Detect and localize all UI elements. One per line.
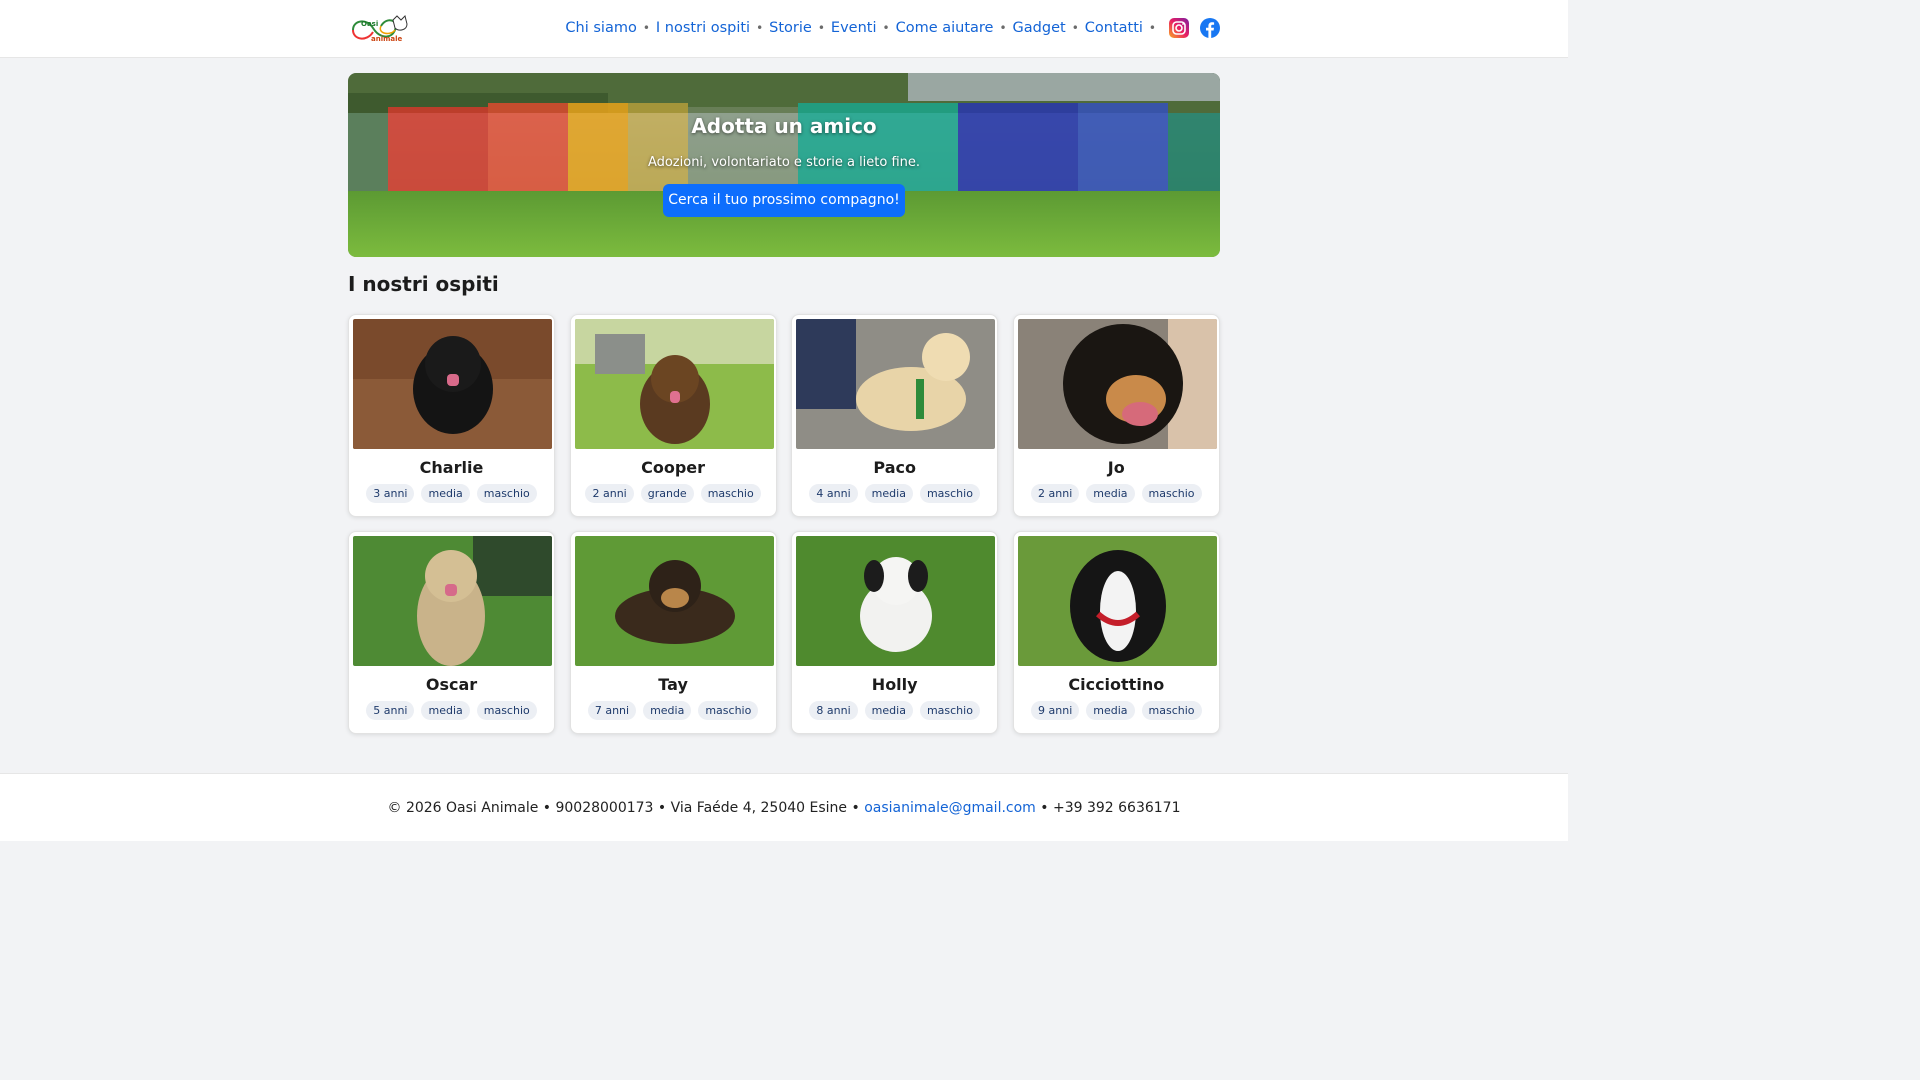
sex-badge: maschio (700, 484, 761, 503)
age-badge: 4 anni (809, 484, 858, 503)
footer-email-link[interactable]: oasianimale@gmail.com (864, 800, 1036, 816)
sex-badge: maschio (476, 701, 537, 720)
nav-storie[interactable]: Storie (769, 20, 812, 36)
footer-info: © 2026 Oasi Animale • 90028000173 • Via … (387, 800, 860, 816)
animal-name: Cicciottino (1068, 675, 1165, 694)
sex-badge: maschio (919, 484, 980, 503)
svg-text:animale: animale (371, 35, 403, 43)
animal-name: Cooper (641, 458, 706, 477)
sex-badge: maschio (919, 701, 980, 720)
sex-badge: maschio (476, 484, 537, 503)
social-links (1168, 17, 1221, 39)
oasi-animale-logo[interactable]: Oasi animale (347, 12, 411, 46)
animal-card[interactable]: Cicciottino 9 anni media maschio (1012, 531, 1220, 734)
hero-title: Adotta un amico (691, 114, 877, 138)
animal-card[interactable]: Paco 4 anni media maschio (791, 314, 999, 517)
animal-photo (796, 319, 996, 449)
hero-subtitle: Adozioni, volontariato e storie a lieto … (647, 155, 921, 170)
animal-name: Charlie (419, 458, 484, 477)
size-badge: media (864, 484, 913, 503)
nav-separator: • (1071, 21, 1079, 35)
animal-card[interactable]: Tay 7 anni media maschio (569, 531, 777, 734)
animal-photo (796, 536, 996, 666)
size-badge: media (643, 701, 692, 720)
size-badge: media (864, 701, 913, 720)
animal-tags: 2 anni media maschio (1018, 484, 1215, 503)
animal-tags: 2 anni grande maschio (575, 484, 772, 503)
animal-card[interactable]: Oscar 5 anni media maschio (348, 531, 555, 734)
hero-banner: Adotta un amico Adozioni, volontariato e… (348, 73, 1220, 257)
hero-content: Adotta un amico Adozioni, volontariato e… (348, 73, 1220, 257)
animal-card[interactable]: Jo 2 anni media maschio (1012, 314, 1220, 517)
section-title: I nostri ospiti (348, 272, 499, 296)
animal-card[interactable]: Holly 8 anni media maschio (791, 531, 999, 734)
find-companion-button[interactable]: Cerca il tuo prossimo compagno! (663, 184, 905, 217)
sex-badge: maschio (698, 701, 759, 720)
animal-name: Oscar (425, 675, 478, 694)
animal-name: Jo (1107, 458, 1125, 477)
instagram-icon[interactable] (1168, 17, 1190, 39)
age-badge: 2 anni (1031, 484, 1080, 503)
age-badge: 8 anni (809, 701, 858, 720)
site-footer: © 2026 Oasi Animale • 90028000173 • Via … (0, 773, 1568, 841)
svg-text:Oasi: Oasi (361, 20, 378, 28)
nav-separator: • (756, 21, 764, 35)
nav-separator: • (999, 21, 1007, 35)
size-badge: media (1086, 701, 1135, 720)
footer-phone: • +39 392 6636171 (1040, 800, 1181, 816)
age-badge: 9 anni (1031, 701, 1080, 720)
age-badge: 5 anni (366, 701, 415, 720)
animal-card[interactable]: Charlie 3 anni media maschio (348, 314, 555, 517)
nav-separator: • (817, 21, 825, 35)
animal-name: Holly (871, 675, 918, 694)
nav-come-aiutare[interactable]: Come aiutare (896, 20, 994, 36)
size-badge: media (421, 701, 470, 720)
nav-separator: • (1148, 21, 1156, 35)
animal-photo (1017, 536, 1217, 666)
age-badge: 2 anni (585, 484, 634, 503)
animal-tags: 9 anni media maschio (1018, 701, 1215, 720)
nav-gadget[interactable]: Gadget (1013, 20, 1066, 36)
facebook-icon[interactable] (1199, 17, 1221, 39)
animal-photo (574, 536, 774, 666)
animal-photo (1017, 319, 1217, 449)
animal-name: Paco (873, 458, 916, 477)
animal-photo (353, 319, 552, 449)
animal-tags: 3 anni media maschio (353, 484, 550, 503)
age-badge: 7 anni (587, 701, 637, 720)
animal-tags: 7 anni media maschio (575, 701, 772, 720)
animal-tags: 5 anni media maschio (353, 701, 550, 720)
animal-name: Tay (658, 675, 688, 694)
size-badge: grande (640, 484, 694, 503)
animals-grid: Charlie 3 anni media maschio Cooper 2 an… (348, 314, 1220, 734)
nav-contatti[interactable]: Contatti (1085, 20, 1143, 36)
nav-eventi[interactable]: Eventi (831, 20, 877, 36)
main-nav: Chi siamo • I nostri ospiti • Storie • E… (565, 17, 1221, 39)
nav-separator: • (642, 21, 650, 35)
animal-card[interactable]: Cooper 2 anni grande maschio (569, 314, 777, 517)
sex-badge: maschio (1141, 701, 1202, 720)
nav-separator: • (882, 21, 890, 35)
nav-i-nostri-ospiti[interactable]: I nostri ospiti (656, 20, 750, 36)
size-badge: media (1086, 484, 1135, 503)
animal-tags: 4 anni media maschio (796, 484, 993, 503)
sex-badge: maschio (1141, 484, 1202, 503)
site-header: Oasi animale Chi siamo • I nostri ospiti… (0, 0, 1568, 58)
nav-chi-siamo[interactable]: Chi siamo (565, 20, 636, 36)
age-badge: 3 anni (366, 484, 415, 503)
animal-tags: 8 anni media maschio (796, 701, 993, 720)
size-badge: media (421, 484, 470, 503)
animal-photo (574, 319, 774, 449)
animal-photo (353, 536, 552, 666)
